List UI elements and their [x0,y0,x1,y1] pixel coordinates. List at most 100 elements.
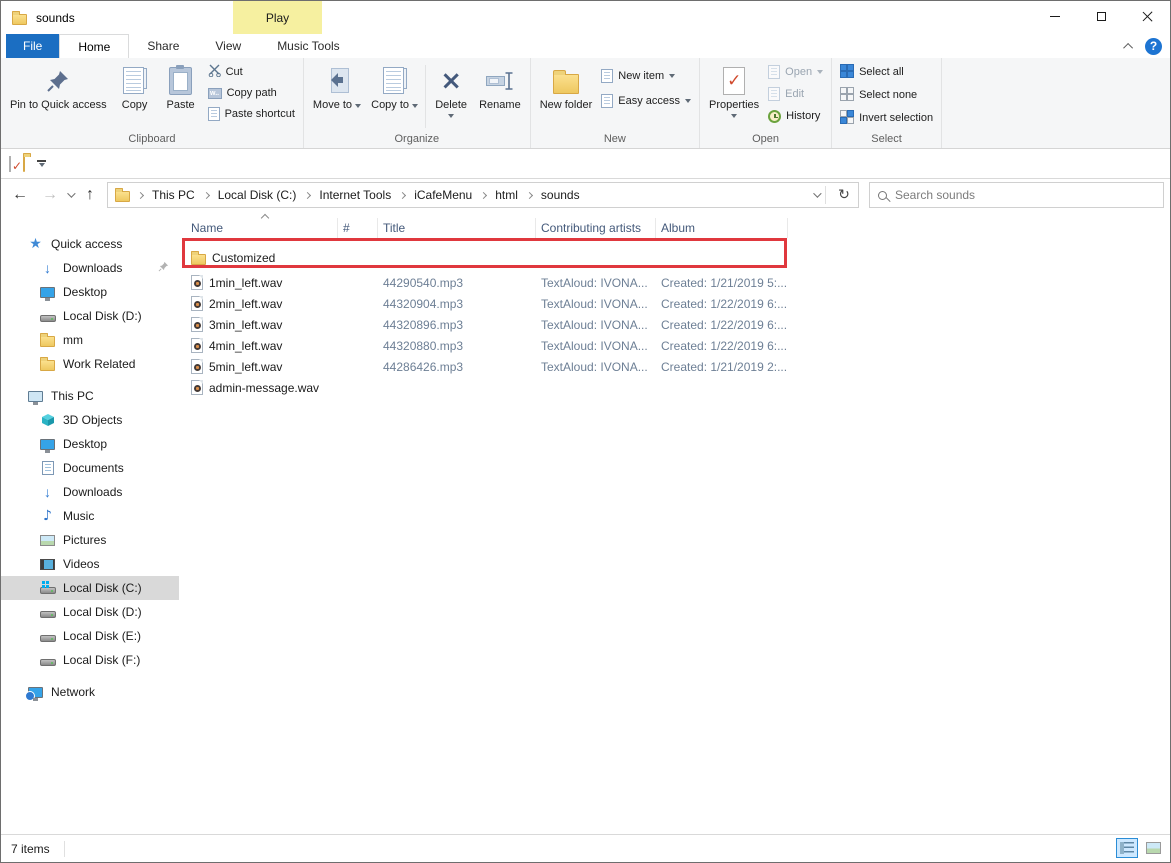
properties-button[interactable]: ✓ Properties [704,61,764,118]
dropdown-caret [669,74,675,78]
sidebar-item-downloads[interactable]: ↓ Downloads [1,256,179,280]
chevron-right-icon [137,191,144,198]
folder-shortcut-icon[interactable] [23,157,25,171]
navigation-pane: ★ Quick access ↓ Downloads Desktop Local… [1,211,179,834]
open-icon [768,65,780,79]
3d-objects-icon [39,413,56,427]
recent-locations-icon[interactable] [67,189,75,197]
sidebar-item-local-disk-d-qa[interactable]: Local Disk (D:) [1,304,179,328]
sidebar-item-this-pc[interactable]: This PC [1,384,179,408]
pin-to-quick-access-button[interactable]: Pin to Quick access [5,61,112,112]
paste-button[interactable]: Paste [158,61,204,112]
column-header-album[interactable]: Album [656,218,788,238]
breadcrumb-icafemenu[interactable]: iCafeMenu [410,185,476,205]
history-button[interactable]: History [768,107,823,125]
downloads-icon: ↓ [39,484,56,500]
sidebar-item-local-disk-c[interactable]: Local Disk (C:) [1,576,179,600]
file-row-3min[interactable]: 3min_left.wav 44320896.mp3 TextAloud: IV… [186,314,1170,335]
sidebar-item-pictures[interactable]: Pictures [1,528,179,552]
file-row-admin-message[interactable]: admin-message.wav [186,377,1170,398]
column-header-artists[interactable]: Contributing artists [536,218,656,238]
file-row-customized[interactable]: Customized [186,247,1170,268]
minimize-button[interactable] [1032,1,1078,32]
rename-button[interactable]: Rename [474,61,526,112]
rename-icon [485,63,515,99]
delete-icon: × [440,63,462,99]
tab-music-tools[interactable]: Music Tools [259,34,357,58]
sidebar-item-local-disk-e[interactable]: Local Disk (E:) [1,624,179,648]
tab-share[interactable]: Share [129,34,197,58]
move-to-button[interactable]: Move to [308,61,366,112]
search-input[interactable] [895,188,1155,202]
sidebar-item-desktop[interactable]: Desktop [1,432,179,456]
address-bar[interactable]: This PC Local Disk (C:) Internet Tools i… [107,182,859,208]
copy-to-button[interactable]: Copy to [366,61,423,112]
file-row-1min[interactable]: 1min_left.wav 44290540.mp3 TextAloud: IV… [186,272,1170,293]
maximize-button[interactable] [1078,1,1124,32]
desktop-icon [39,287,56,298]
paste-icon [169,63,192,99]
column-header-number[interactable]: # [338,218,378,238]
item-count: 7 items [11,842,50,856]
maximize-icon [1097,12,1106,21]
delete-button[interactable]: × Delete [428,61,474,118]
sidebar-item-downloads-pc[interactable]: ↓ Downloads [1,480,179,504]
thumbnails-view-button[interactable] [1142,838,1164,858]
breadcrumb: This PC Local Disk (C:) Internet Tools i… [135,185,809,205]
collapse-ribbon-icon[interactable] [1123,42,1133,52]
ribbon-group-new: New folder New item Easy access New [531,58,700,148]
column-header-name[interactable]: Name [186,218,338,238]
help-icon[interactable]: ? [1145,38,1162,55]
network-icon [27,687,44,698]
sidebar-item-work-related[interactable]: Work Related [1,352,179,376]
tab-view[interactable]: View [197,34,259,58]
close-button[interactable] [1124,1,1170,32]
details-view-button[interactable] [1116,838,1138,858]
sidebar-item-3d-objects[interactable]: 3D Objects [1,408,179,432]
sidebar-item-documents[interactable]: Documents [1,456,179,480]
column-header-title[interactable]: Title [378,218,536,238]
chevron-right-icon [399,191,406,198]
address-dropdown-icon[interactable] [813,189,821,197]
properties-icon: ✓ [723,63,745,99]
breadcrumb-local-disk-c[interactable]: Local Disk (C:) [214,185,301,205]
select-none-button[interactable]: Select none [840,86,933,104]
file-row-2min[interactable]: 2min_left.wav 44320904.mp3 TextAloud: IV… [186,293,1170,314]
breadcrumb-html[interactable]: html [491,185,522,205]
customize-toolbar-icon[interactable] [37,160,46,167]
easy-access-button[interactable]: Easy access [601,92,691,110]
sidebar-item-local-disk-d[interactable]: Local Disk (D:) [1,600,179,624]
sidebar-item-mm[interactable]: mm [1,328,179,352]
search-box[interactable] [869,182,1164,208]
sidebar-item-desktop-qa[interactable]: Desktop [1,280,179,304]
paste-shortcut-icon [208,107,220,121]
up-button[interactable]: ↑ [77,183,103,207]
sidebar-item-network[interactable]: Network [1,680,179,704]
file-row-4min[interactable]: 4min_left.wav 44320880.mp3 TextAloud: IV… [186,335,1170,356]
copy-button[interactable]: Copy [112,61,158,112]
paste-shortcut-button[interactable]: Paste shortcut [208,105,295,123]
tab-file[interactable]: File [6,34,59,58]
properties-shortcut-icon[interactable]: ✓ [9,157,11,171]
tab-home[interactable]: Home [59,34,129,58]
breadcrumb-this-pc[interactable]: This PC [148,185,199,205]
tab-play[interactable]: Play [233,1,322,34]
breadcrumb-internet-tools[interactable]: Internet Tools [315,185,395,205]
back-button[interactable]: ← [7,183,33,207]
refresh-button[interactable]: ↻ [832,184,856,206]
copy-path-button[interactable]: w.. Copy path [208,84,295,102]
sidebar-item-music[interactable]: ♪ Music [1,504,179,528]
sidebar-item-local-disk-f[interactable]: Local Disk (F:) [1,648,179,672]
select-all-button[interactable]: Select all [840,63,933,81]
new-item-button[interactable]: New item [601,67,691,85]
chevron-right-icon [203,191,210,198]
chevron-right-icon [480,191,487,198]
file-row-5min[interactable]: 5min_left.wav 44286426.mp3 TextAloud: IV… [186,356,1170,377]
invert-selection-button[interactable]: Invert selection [840,109,933,127]
cut-button[interactable]: Cut [208,63,295,81]
quick-access-star-icon: ★ [27,236,44,252]
sidebar-item-videos[interactable]: Videos [1,552,179,576]
sidebar-item-quick-access[interactable]: ★ Quick access [1,232,179,256]
breadcrumb-sounds[interactable]: sounds [537,185,584,205]
new-folder-button[interactable]: New folder [535,61,598,112]
